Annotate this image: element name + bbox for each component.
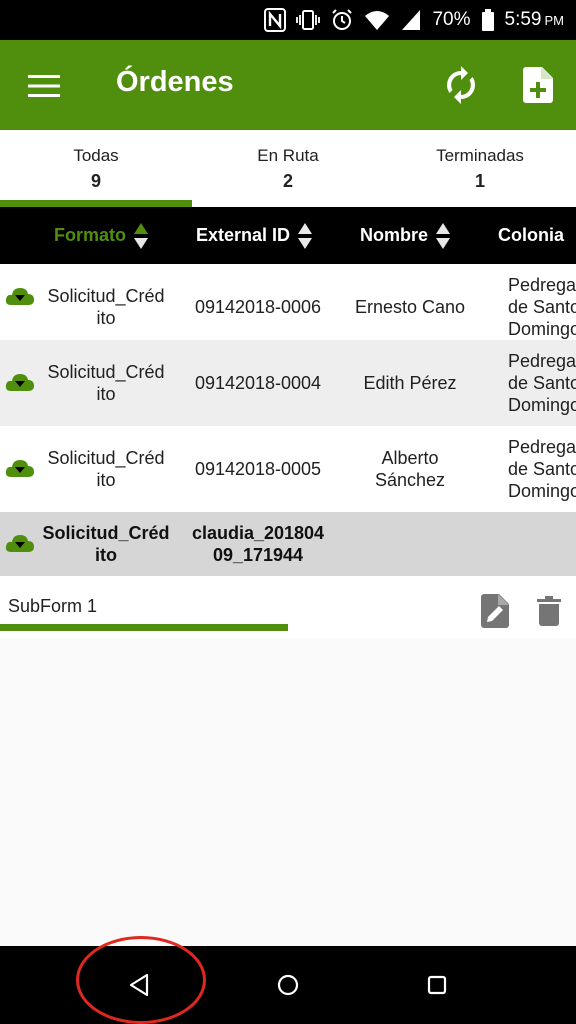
column-header-label: Formato: [54, 225, 126, 245]
navigation-bar: [0, 946, 576, 1024]
tab-en-ruta[interactable]: En Ruta 2: [192, 130, 384, 207]
menu-button[interactable]: [24, 68, 66, 104]
add-document-icon: [523, 67, 553, 103]
cell-nombre: Edith Pérez: [363, 373, 457, 393]
subform-content: [0, 638, 576, 946]
table-header: Formato External ID Nombre Colonia: [0, 207, 576, 264]
column-header-external-id[interactable]: External ID: [196, 207, 313, 264]
trash-icon: [537, 596, 561, 626]
expand-row-icon[interactable]: [5, 457, 35, 481]
cell-colonia: Pedrega de Santo Domingo: [508, 437, 576, 501]
expand-row-icon[interactable]: [5, 532, 35, 556]
back-triangle-icon: [129, 973, 149, 997]
battery-percent: 70%: [432, 9, 471, 30]
tab-terminadas[interactable]: Terminadas 1: [384, 130, 576, 207]
clock: 5:59 PM: [505, 9, 564, 31]
cell-nombre: Ernesto Cano: [354, 297, 466, 317]
edit-button[interactable]: [480, 594, 510, 628]
cell-external-id: 09142018-0006: [194, 297, 322, 317]
signal-icon: [400, 8, 422, 32]
cell-formato: Solicitud_Créd ito: [47, 286, 165, 328]
status-bar: 70% 5:59 PM: [0, 0, 576, 40]
column-header-label: Nombre: [360, 225, 429, 245]
home-circle-icon: [277, 974, 299, 996]
cell-external-id: 09142018-0005: [194, 459, 322, 479]
subform-bar: SubForm 1: [0, 576, 576, 638]
refresh-icon: [446, 66, 476, 104]
expand-row-icon[interactable]: [5, 371, 35, 395]
home-button[interactable]: [269, 966, 307, 1004]
page-title: Órdenes: [116, 66, 234, 98]
new-order-button[interactable]: [518, 64, 558, 106]
tab-count: 1: [474, 171, 485, 191]
subform-tab-indicator: [0, 624, 288, 631]
alarm-icon: [330, 8, 354, 32]
cell-colonia: Pedrega de Santo Domingo: [508, 351, 576, 415]
refresh-button[interactable]: [440, 64, 482, 106]
table-row-selected[interactable]: Solicitud_Créd ito claudia_201804 09_171…: [0, 512, 576, 576]
tab-count: 2: [282, 171, 293, 191]
sort-icon: [298, 222, 313, 249]
subform-tab[interactable]: SubForm 1: [8, 596, 97, 617]
edit-document-icon: [481, 594, 509, 628]
hamburger-icon: [28, 75, 60, 97]
expand-row-icon[interactable]: [5, 285, 35, 309]
table-row[interactable]: Solicitud_Créd ito 09142018-0006 Ernesto…: [0, 264, 576, 350]
tab-todas[interactable]: Todas 9: [0, 130, 192, 207]
cell-colonia: Pedrega de Santo Domingo: [508, 275, 576, 339]
cell-external-id: claudia_201804 09_171944: [191, 523, 325, 565]
cell-formato: Solicitud_Créd ito: [42, 523, 170, 565]
table-row[interactable]: Solicitud_Créd ito 09142018-0004 Edith P…: [0, 340, 576, 426]
tab-indicator: [0, 200, 192, 207]
status-icons: 70% 5:59 PM: [264, 0, 564, 40]
clock-time: 5:59: [504, 9, 542, 30]
cell-formato: Solicitud_Créd ito: [47, 448, 165, 490]
cell-formato: Solicitud_Créd ito: [47, 362, 165, 404]
table-row[interactable]: Solicitud_Créd ito 09142018-0005 Alberto…: [0, 426, 576, 512]
cell-nombre: [340, 512, 480, 576]
delete-button[interactable]: [536, 596, 562, 626]
column-header-label: Colonia: [498, 225, 564, 245]
back-button[interactable]: [120, 966, 158, 1004]
tab-label: Terminadas: [436, 146, 524, 165]
column-header-label: External ID: [196, 225, 291, 245]
column-header-nombre[interactable]: Nombre: [360, 207, 451, 264]
cell-colonia: [490, 512, 576, 576]
wifi-icon: [364, 8, 390, 32]
clock-suffix: PM: [544, 13, 565, 28]
vibrate-icon: [296, 8, 321, 32]
cell-external-id: 09142018-0004: [194, 373, 322, 393]
battery-icon: [481, 8, 495, 32]
column-header-formato[interactable]: Formato: [54, 207, 148, 264]
status-tabs: Todas 9 En Ruta 2 Terminadas 1: [0, 130, 576, 207]
app-bar: Órdenes: [0, 40, 576, 130]
sort-icon: [436, 222, 451, 249]
recents-square-icon: [427, 975, 447, 995]
sort-icon: [134, 222, 148, 249]
tab-count: 9: [90, 171, 101, 191]
tab-label: En Ruta: [257, 146, 319, 165]
tab-label: Todas: [73, 146, 119, 165]
nfc-icon: [264, 8, 287, 32]
column-header-colonia[interactable]: Colonia: [498, 207, 564, 264]
recents-button[interactable]: [418, 966, 456, 1004]
cell-nombre: Alberto Sánchez: [374, 448, 446, 490]
